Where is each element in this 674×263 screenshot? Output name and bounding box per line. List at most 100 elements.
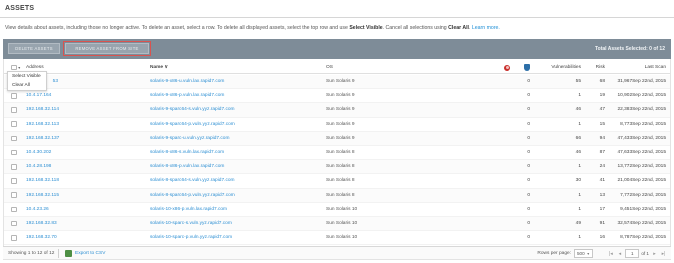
delete-assets-button[interactable]: DELETE ASSETS (8, 43, 60, 54)
asset-name-link[interactable]: solaris-9-x86-u.vuln.lax.rapid7.com (150, 75, 320, 88)
column-vulnerabilities[interactable]: Vulnerabilities (534, 62, 581, 73)
address-link[interactable]: 192.168.32.113 (26, 118, 146, 131)
malware-value: 0 (527, 235, 530, 241)
column-malware[interactable] (518, 62, 530, 73)
exploits-value (498, 160, 510, 173)
asset-name-link[interactable]: solaris-9-sparc64-p.vuln.yyz.rapid7.com (150, 118, 320, 131)
select-visible-option[interactable]: Select Visible (8, 72, 46, 81)
page-number-input[interactable]: 1 (625, 249, 640, 258)
table-row[interactable]: 192.168.32.83 solaris-10-sparc-s.vuln.yyz… (4, 217, 670, 232)
row-checkbox[interactable] (11, 164, 17, 170)
address-link[interactable]: 10.4.30.202 (26, 146, 146, 159)
learn-more-link[interactable]: Learn more. (472, 25, 500, 31)
row-checkbox[interactable] (11, 192, 17, 198)
table-row[interactable]: 10.4.28.198 solaris-8-x86-p.vuln.lax.rapi… (4, 160, 670, 175)
table-row[interactable]: 192.168.32.114 solaris-9-sparc64-s.vuln.y… (4, 103, 670, 118)
column-name[interactable]: Name ∨ (150, 62, 320, 73)
asset-name-link[interactable]: solaris-9-x86-p.vuln.lax.rapid7.com (150, 89, 320, 102)
column-last-scan[interactable]: Last Scan (613, 62, 666, 73)
exploits-value (498, 146, 510, 159)
address-link[interactable]: 192.168.32.114 (26, 103, 146, 116)
export-csv-link[interactable]: Export to CSV (65, 250, 105, 257)
last-scan-value: 31,967Sep 22nd, 2015 (617, 79, 666, 85)
chevron-down-icon[interactable]: ▼ (18, 66, 21, 70)
asset-name-link[interactable]: solaris-8-sparc64-s.vuln.yyz.rapid7.com (150, 174, 320, 187)
last-page-icon[interactable]: ▸| (660, 251, 667, 257)
row-checkbox-cell[interactable] (11, 217, 21, 230)
table-row[interactable]: 192.168.32.115 solaris-8-sparc64-p.vuln.y… (4, 188, 670, 203)
os-value: Sun Solaris 10 (326, 221, 358, 227)
table-header-row: ▼ Address Name ∨ OS Vulnerabilities Risk… (4, 62, 670, 74)
address-link[interactable]: 192.168.32.137 (26, 132, 146, 145)
row-checkbox-cell[interactable] (11, 118, 21, 131)
exploits-value (498, 132, 510, 145)
row-checkbox-cell[interactable] (11, 103, 21, 116)
address-link[interactable]: 192.168.32.70 (26, 231, 146, 244)
address-link[interactable]: 10.4.28.198 (26, 160, 146, 173)
table-row[interactable]: 10.4.17.164 solaris-9-x86-p.vuln.lax.rapi… (4, 89, 670, 104)
asset-name-link[interactable]: solaris-9-sparc64-s.vuln.yyz.rapid7.com (150, 103, 320, 116)
row-checkbox[interactable] (11, 178, 17, 184)
select-dropdown-menu: Select Visible Clear All (7, 71, 47, 91)
asset-name-link[interactable]: solaris-9-sparc-u.vuln.yyz.rapid7.com (150, 132, 320, 145)
row-checkbox[interactable] (11, 93, 17, 99)
asset-name-link[interactable]: solaris-10-sparc-p.vuln.yyz.rapid7.com (150, 231, 320, 244)
asset-name-link[interactable]: solaris-8-sparc64-p.vuln.yyz.rapid7.com (150, 189, 320, 202)
next-page-icon[interactable]: ▸ (651, 251, 658, 257)
address-link[interactable]: 10.4.17.164 (26, 89, 146, 102)
table-row[interactable]: 192.168.32.118 solaris-8-sparc64-s.vuln.y… (4, 174, 670, 189)
address-link[interactable]: 10.4.23.26 (26, 203, 146, 216)
row-checkbox-cell[interactable] (11, 174, 21, 187)
row-checkbox[interactable] (11, 220, 17, 227)
row-checkbox[interactable] (11, 107, 17, 113)
row-checkbox[interactable] (11, 149, 17, 156)
malware-value: 0 (527, 93, 530, 99)
address-text: 10.4.30.202 (26, 150, 52, 156)
address-link[interactable]: 192.168.32.83 (26, 217, 146, 230)
row-checkbox-cell[interactable] (11, 160, 21, 173)
exploits-value (498, 75, 510, 88)
row-checkbox-cell[interactable] (11, 189, 21, 202)
row-checkbox[interactable] (11, 135, 17, 142)
table-row[interactable]: 10.4.30.202 solaris-8-x86-s.vuln.lax.rapi… (4, 146, 670, 161)
exploits-value (498, 174, 510, 187)
risk-value: 68 (599, 79, 605, 85)
asset-name-link[interactable]: solaris-10-x86-p.vuln.lax.rapid7.com (150, 203, 320, 216)
select-all-checkbox[interactable] (11, 64, 17, 71)
asset-name-link[interactable]: solaris-10-sparc-s.vuln.yyz.rapid7.com (150, 217, 320, 230)
address-link[interactable]: 192.168.32.115 (26, 189, 146, 202)
table-row[interactable]: 192.168.32.70 solaris-10-sparc-p.vuln.yyz… (4, 231, 670, 246)
first-page-icon[interactable]: |◂ (607, 251, 614, 257)
address-text-tail: 53 (52, 79, 59, 85)
row-checkbox[interactable] (11, 235, 17, 241)
vulnerabilities-value: 49 (575, 221, 581, 227)
column-exploits[interactable] (498, 62, 510, 73)
clear-all-option[interactable]: Clear All (8, 81, 46, 90)
exploits-value (498, 118, 510, 131)
row-checkbox[interactable] (11, 206, 17, 213)
column-risk[interactable]: Risk (586, 62, 605, 73)
remove-asset-from-site-button[interactable]: REMOVE ASSET FROM SITE (63, 41, 151, 56)
rows-per-page-select[interactable]: 500 ▼ (574, 249, 593, 258)
row-checkbox[interactable] (11, 121, 17, 127)
table-row[interactable]: 10.4.23.26 solaris-10-x86-p.vuln.lax.rapi… (4, 203, 670, 217)
table-row[interactable]: 192.168.32.137 solaris-9-sparc-u.vuln.yyz… (4, 131, 670, 146)
row-checkbox-cell[interactable] (11, 203, 21, 216)
asset-name-link[interactable]: solaris-8-x86-s.vuln.lax.rapid7.com (150, 146, 320, 159)
table-row[interactable]: 10.4.53solaris-9-x86-u.vuln.lax.rapid7.c… (4, 75, 670, 90)
prev-page-icon[interactable]: ◂ (616, 251, 623, 257)
address-text: 192.168.32.115 (26, 192, 59, 198)
column-os[interactable]: OS (326, 62, 446, 73)
row-checkbox-cell[interactable] (11, 89, 21, 102)
last-scan-value: 32,574Sep 22nd, 2015 (617, 221, 666, 227)
os-value: Sun Solaris 9 (326, 107, 355, 113)
table-row[interactable]: 192.168.32.113 solaris-9-sparc64-p.vuln.y… (4, 118, 670, 132)
address-link[interactable]: 192.168.32.118 (26, 174, 146, 187)
malware-value: 0 (527, 135, 530, 141)
malware-icon (524, 64, 530, 71)
row-checkbox-cell[interactable] (11, 231, 21, 244)
asset-name-link[interactable]: solaris-8-x86-p.vuln.lax.rapid7.com (150, 160, 320, 173)
os-value: Sun Solaris 10 (326, 206, 358, 212)
row-checkbox-cell[interactable] (11, 146, 21, 159)
row-checkbox-cell[interactable] (11, 132, 21, 145)
